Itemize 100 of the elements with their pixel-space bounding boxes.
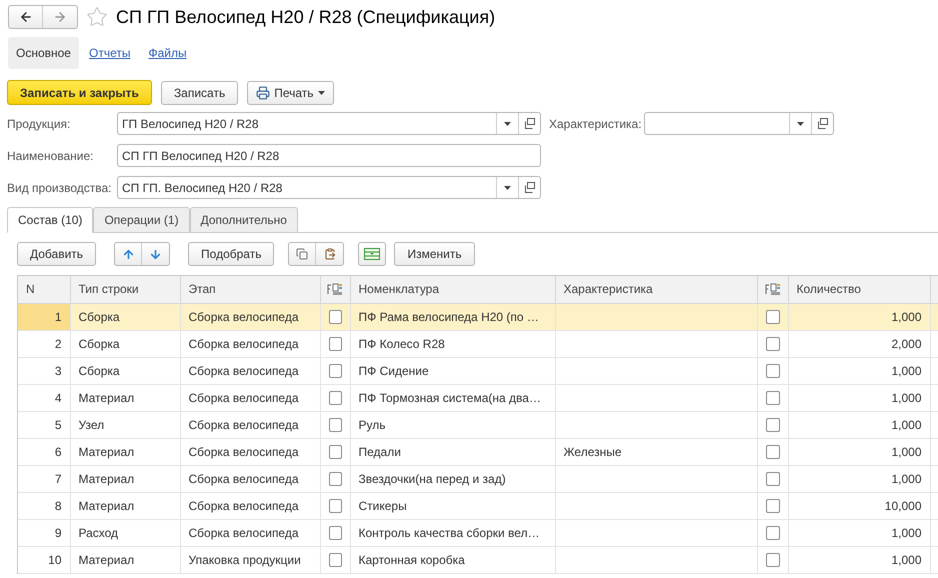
- table-cell: Сборка велосипеда: [180, 357, 320, 384]
- table-cell: Расход: [70, 519, 180, 546]
- checkbox[interactable]: [766, 526, 780, 540]
- field-label: Характеристика:: [549, 116, 643, 132]
- checkbox[interactable]: [328, 364, 342, 378]
- table-row[interactable]: 4 Материал Сборка велосипеда ПФ Тормозная система(на два… 1,000: [18, 384, 938, 411]
- table-row[interactable]: 9 Расход Сборка велосипеда Контроль качества сборки вел… 1,000: [18, 519, 938, 546]
- table-cell: 1,000: [788, 438, 930, 465]
- table-cell: 1,000: [788, 384, 930, 411]
- table-row[interactable]: 6 Материал Сборка велосипеда Педали Железные 1,000: [18, 438, 938, 465]
- table-row[interactable]: 5 Узел Сборка велосипеда Руль 1,000: [18, 411, 938, 438]
- checkbox[interactable]: [766, 552, 780, 566]
- checkbox[interactable]: [766, 444, 780, 458]
- table-cell: Сборка велосипеда: [180, 330, 320, 357]
- checkbox[interactable]: [766, 336, 780, 350]
- table-cell: Контроль качества сборки вел…: [350, 519, 555, 546]
- table-row[interactable]: 7 Материал Сборка велосипеда Звездочки(на перед и зад) 1,000: [18, 465, 938, 492]
- up-arrow-icon: [122, 248, 135, 260]
- table-cell: Сборка велосипеда: [180, 411, 320, 438]
- nav-tab[interactable]: Основное: [8, 37, 79, 69]
- input-field[interactable]: СП ГП. Велосипед H20 / R28: [117, 176, 541, 199]
- checkbox[interactable]: [328, 552, 342, 566]
- checkbox[interactable]: [328, 444, 342, 458]
- table-cell: Звездочки(на перед и зад): [350, 465, 555, 492]
- column-header[interactable]: Номенклатура: [350, 276, 555, 303]
- table-row[interactable]: 3 Сборка Сборка велосипеда ПФ Сидение 1,000: [18, 357, 938, 384]
- printer-icon: [256, 86, 270, 100]
- table-row[interactable]: 8 Материал Сборка велосипеда Стикеры 10,000: [18, 492, 938, 519]
- table-cell: Материал: [70, 438, 180, 465]
- table-cell: ПФ Тормозная система(на два…: [350, 384, 555, 411]
- table-cell: Сборка велосипеда: [180, 519, 320, 546]
- table-cell: Руль: [350, 411, 555, 438]
- column-header[interactable]: Этап: [180, 276, 320, 303]
- nav-tab[interactable]: Отчеты: [80, 37, 138, 69]
- tab[interactable]: Дополнительно: [190, 207, 298, 233]
- input-field[interactable]: ГП Велосипед H20 / R28: [117, 112, 541, 135]
- checkbox[interactable]: [328, 498, 342, 512]
- paste-icon: [324, 248, 336, 260]
- copy-icon: [296, 248, 308, 260]
- table-cell: Стикеры: [350, 492, 555, 519]
- caret-icon: [318, 90, 325, 94]
- table-cell: ПФ Рама велосипеда H20 (по …: [350, 303, 555, 330]
- table-cell: 4: [18, 384, 70, 411]
- nav-tab[interactable]: Файлы: [140, 37, 195, 69]
- input-field[interactable]: СП ГП Велосипед H20 / R28: [117, 144, 541, 167]
- add-button[interactable]: Добавить: [17, 242, 96, 266]
- tab[interactable]: Состав (10): [7, 207, 94, 233]
- table-cell: 2: [18, 330, 70, 357]
- table-cell: ПФ Сидение: [350, 357, 555, 384]
- table-cell: Картонная коробка: [350, 546, 555, 573]
- tab[interactable]: Операции (1): [93, 207, 190, 233]
- table-cell: 3: [18, 357, 70, 384]
- checkbox[interactable]: [328, 526, 342, 540]
- table-row[interactable]: 10 Материал Упаковка продукции Картонная коробка 1,000: [18, 546, 938, 573]
- table-cell: 1,000: [788, 546, 930, 573]
- input-field[interactable]: [644, 112, 834, 135]
- table-cell: Материал: [70, 465, 180, 492]
- checkbox[interactable]: [328, 310, 342, 324]
- table-settings-button[interactable]: [358, 242, 386, 266]
- column-header[interactable]: Характеристика: [555, 276, 757, 303]
- dropdown-caret-icon: [504, 122, 511, 126]
- table-cell: 1,000: [788, 519, 930, 546]
- checkbox[interactable]: [766, 390, 780, 404]
- table-icon: [364, 248, 380, 260]
- open-window-icon: [817, 118, 828, 129]
- checkbox[interactable]: [766, 498, 780, 512]
- table-cell: Сборка: [70, 330, 180, 357]
- save-button[interactable]: Записать: [160, 80, 238, 104]
- dropdown-caret-icon: [504, 186, 511, 190]
- table-cell: 10,000: [788, 492, 930, 519]
- pick-button[interactable]: Подобрать: [188, 242, 274, 266]
- table-cell: Упаковка продукции: [180, 546, 320, 573]
- field-label: Вид производства:: [7, 180, 112, 196]
- table-row[interactable]: 1 Сборка Сборка велосипеда ПФ Рама велосипеда H20 (по … 1,000: [18, 303, 938, 330]
- checkbox[interactable]: [766, 472, 780, 486]
- formula-icon: [327, 282, 343, 296]
- table-cell: Сборка велосипеда: [180, 303, 320, 330]
- table-cell: 1,000: [788, 411, 930, 438]
- checkbox[interactable]: [328, 472, 342, 486]
- checkbox[interactable]: [328, 390, 342, 404]
- save-close-button[interactable]: Записать и закрыть: [7, 80, 152, 105]
- column-header[interactable]: Тип строки: [70, 276, 180, 303]
- column-header[interactable]: N: [18, 276, 70, 303]
- table-cell: ПФ Колесо R28: [350, 330, 555, 357]
- checkbox[interactable]: [766, 310, 780, 324]
- field-label: Наименование:: [7, 148, 95, 164]
- change-button[interactable]: Изменить: [394, 242, 475, 266]
- table-cell: 1,000: [788, 303, 930, 330]
- favorite-star-icon[interactable]: [86, 6, 108, 28]
- window-title: СП ГП Велосипед H20 / R28 (Спецификация): [116, 6, 496, 29]
- table-row[interactable]: 2 Сборка Сборка велосипеда ПФ Колесо R28 2,000: [18, 330, 938, 357]
- print-button[interactable]: Печать: [247, 80, 334, 104]
- table-cell: Сборка велосипеда: [180, 465, 320, 492]
- table-cell: Сборка: [70, 303, 180, 330]
- checkbox[interactable]: [328, 336, 342, 350]
- checkbox[interactable]: [328, 418, 342, 432]
- checkbox[interactable]: [766, 418, 780, 432]
- checkbox[interactable]: [766, 364, 780, 378]
- column-header[interactable]: Количество: [788, 276, 930, 303]
- table-cell: 5: [18, 411, 70, 438]
